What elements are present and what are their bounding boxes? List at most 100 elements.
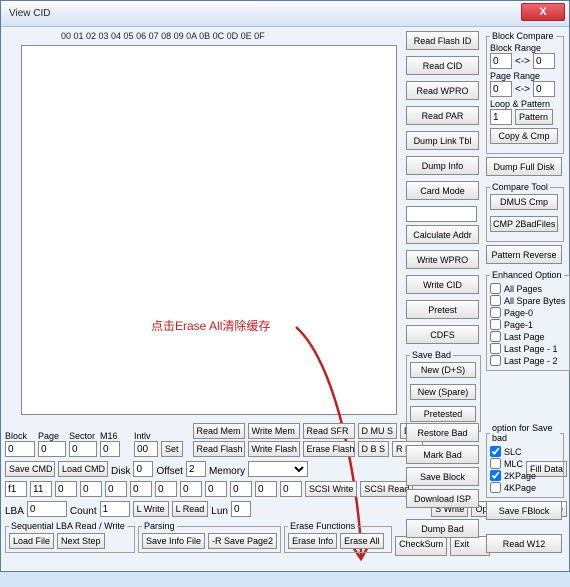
erase-info-button[interactable]: Erase Info <box>288 533 337 549</box>
row3-h[interactable] <box>230 481 252 497</box>
lun-input[interactable] <box>231 501 251 517</box>
row3-d[interactable] <box>130 481 152 497</box>
read-sfr-button[interactable]: Read SFR <box>303 423 355 439</box>
dmus-cmp-button[interactable]: DMUS Cmp <box>490 194 558 210</box>
offset-label: Offset <box>156 466 183 477</box>
memory-select[interactable] <box>248 461 308 477</box>
lwrite-button[interactable]: L Write <box>133 501 169 517</box>
row3-11[interactable] <box>30 481 52 497</box>
read-mem-button[interactable]: Read Mem <box>193 423 245 439</box>
count-input[interactable] <box>100 501 130 517</box>
block-range-from[interactable] <box>490 53 512 69</box>
offset-input[interactable] <box>186 461 206 477</box>
new-spare-button[interactable]: New (Spare) <box>410 384 476 400</box>
row3-j[interactable] <box>280 481 302 497</box>
lread-button[interactable]: L Read <box>172 501 209 517</box>
row3-i[interactable] <box>255 481 277 497</box>
write-cid-button[interactable]: Write CID <box>406 275 479 294</box>
2k-checkbox[interactable]: 2KPage <box>490 470 560 481</box>
read-cid-button[interactable]: Read CID <box>406 56 479 75</box>
calc-addr-input[interactable] <box>406 206 477 222</box>
dump-link-tbl-button[interactable]: Dump Link Tbl <box>406 131 479 150</box>
copy-cmp-button[interactable]: Copy & Cmp <box>490 128 558 144</box>
page-range-label: Page Range <box>490 71 560 81</box>
row3-f1[interactable] <box>5 481 27 497</box>
erase-flash-button[interactable]: Erase Flash <box>303 441 355 457</box>
page-range-to[interactable] <box>533 81 555 97</box>
sector-input[interactable] <box>69 441 97 457</box>
save-fblock-button[interactable]: Save FBlock <box>486 501 562 520</box>
pattern-reverse-button[interactable]: Pattern Reverse <box>486 245 562 264</box>
load-file-button[interactable]: Load File <box>9 533 54 549</box>
seq-lba-legend: Sequential LBA Read / Write <box>9 521 127 531</box>
new-ds-button[interactable]: New (D+S) <box>410 362 476 378</box>
all-spare-checkbox[interactable]: All Spare Bytes <box>490 295 566 306</box>
write-wpro-button[interactable]: Write WPRO <box>406 250 479 269</box>
close-button[interactable]: X <box>521 3 565 21</box>
read-wpro-button[interactable]: Read WPRO <box>406 81 479 100</box>
read-flash-id-button[interactable]: Read Flash ID <box>406 31 479 50</box>
restore-bad-button[interactable]: Restore Bad <box>406 423 479 442</box>
titlebar: View CID X <box>1 1 569 27</box>
m16-input[interactable] <box>100 441 120 457</box>
next-step-button[interactable]: Next Step <box>57 533 105 549</box>
download-isp-button[interactable]: Download ISP <box>406 489 479 508</box>
scsi-write-button[interactable]: SCSI Write <box>305 481 357 497</box>
pretest-button[interactable]: Pretest <box>406 300 479 319</box>
write-flash-button[interactable]: Write Flash <box>248 441 300 457</box>
page-range-from[interactable] <box>490 81 512 97</box>
write-mem-button[interactable]: Write Mem <box>248 423 300 439</box>
save-info-file-button[interactable]: Save Info File <box>142 533 205 549</box>
card-mode-button[interactable]: Card Mode <box>406 181 479 200</box>
last-page-2-checkbox[interactable]: Last Page - 2 <box>490 355 566 366</box>
loop-value[interactable] <box>490 109 512 125</box>
dump-bad-button[interactable]: Dump Bad <box>406 519 479 538</box>
page1-checkbox[interactable]: Page-1 <box>490 319 566 330</box>
save-bad-group: Save Bad New (D+S) New (Spare) Pretested <box>406 350 481 432</box>
erase-all-button[interactable]: Erase All <box>340 533 384 549</box>
pattern-button[interactable]: Pattern <box>515 109 553 125</box>
last-page-checkbox[interactable]: Last Page <box>490 331 566 342</box>
calculate-addr-button[interactable]: Calculate Addr <box>406 225 479 244</box>
dump-full-disk-button[interactable]: Dump Full Disk <box>486 157 562 176</box>
parsing-group: Parsing Save Info File -R Save Page2 <box>138 521 281 553</box>
annotation-text: 点击Erase All清除缓存 <box>151 317 270 334</box>
block-input[interactable] <box>5 441 35 457</box>
intlv-input[interactable] <box>134 441 158 457</box>
row3-e[interactable] <box>155 481 177 497</box>
block-range-to[interactable] <box>533 53 555 69</box>
dbs-button[interactable]: D B S <box>358 441 390 457</box>
lba-input[interactable] <box>27 501 67 517</box>
all-pages-checkbox[interactable]: All Pages <box>490 283 566 294</box>
last-page-1-checkbox[interactable]: Last Page - 1 <box>490 343 566 354</box>
disk-input[interactable] <box>133 461 153 477</box>
mark-bad-button[interactable]: Mark Bad <box>406 445 479 464</box>
page-range-arrow: <-> <box>515 84 530 95</box>
page0-checkbox[interactable]: Page-0 <box>490 307 566 318</box>
load-cmd-button[interactable]: Load CMD <box>58 461 108 477</box>
row3-f[interactable] <box>180 481 202 497</box>
cmp-2badfiles-button[interactable]: CMP 2BadFiles <box>490 216 558 232</box>
page-input[interactable] <box>38 441 66 457</box>
slc-checkbox[interactable]: SLC <box>490 446 560 457</box>
row3-g[interactable] <box>205 481 227 497</box>
row3-b[interactable] <box>80 481 102 497</box>
read-w12-button[interactable]: Read W12 <box>486 534 562 553</box>
pretested-button[interactable]: Pretested <box>410 406 476 422</box>
cdfs-button[interactable]: CDFS <box>406 325 479 344</box>
read-flash-button[interactable]: Read Flash <box>193 441 245 457</box>
compare-tool-legend: Compare Tool <box>490 182 550 192</box>
save-cmd-button[interactable]: Save CMD <box>5 461 55 477</box>
dmus-button[interactable]: D MU S <box>358 423 398 439</box>
hex-view-area <box>21 45 397 415</box>
mlc-checkbox[interactable]: MLC <box>490 458 560 469</box>
set-button[interactable]: Set <box>161 441 183 457</box>
read-par-button[interactable]: Read PAR <box>406 106 479 125</box>
row3-c[interactable] <box>105 481 127 497</box>
r-save-page2-button[interactable]: -R Save Page2 <box>208 533 277 549</box>
4k-checkbox[interactable]: 4KPage <box>490 482 560 493</box>
dump-info-button[interactable]: Dump Info <box>406 156 479 175</box>
intlv-label: Intlv <box>134 431 151 441</box>
row3-a[interactable] <box>55 481 77 497</box>
save-block-button[interactable]: Save Block <box>406 467 479 486</box>
